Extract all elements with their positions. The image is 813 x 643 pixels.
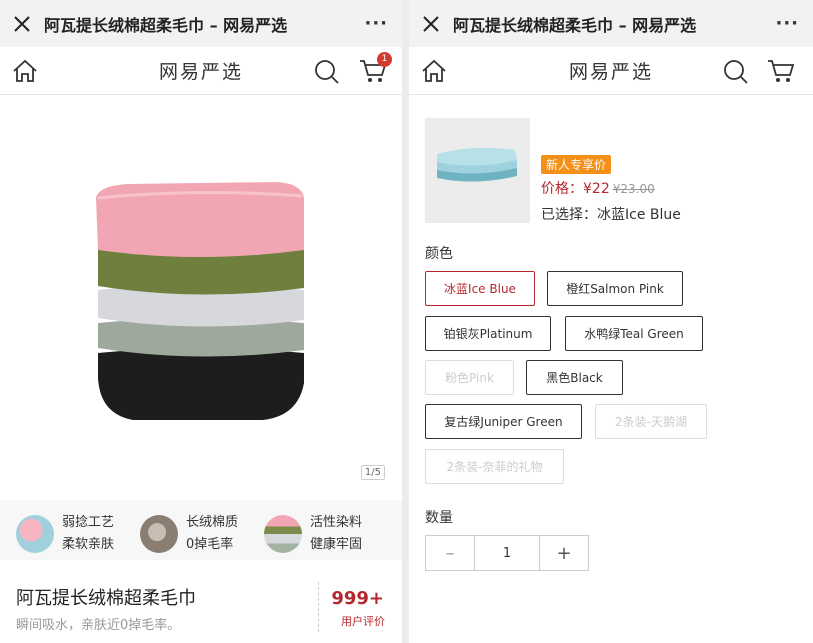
review-label[interactable]: 用户评价 xyxy=(341,613,385,629)
quantity-stepper: – 1 + xyxy=(425,535,589,571)
feature-subtitle: 健康牢固 xyxy=(310,537,363,552)
feature-title: 长绒棉质 xyxy=(186,515,239,530)
title-bar: 阿瓦提长绒棉超柔毛巾 – 网易严选 ··· xyxy=(0,0,402,47)
feature-item: 活性染料 健康牢固 xyxy=(248,508,372,560)
color-option-juniper-green[interactable]: 复古绿Juniper Green xyxy=(425,404,582,439)
cart-button[interactable]: 1 xyxy=(359,52,392,84)
quantity-label: 数量 xyxy=(425,510,453,526)
feature-title: 弱捻工艺 xyxy=(62,515,115,530)
towel-thumb-icon xyxy=(264,515,302,553)
original-price: ¥23.00 xyxy=(612,182,655,196)
cart-icon[interactable] xyxy=(767,58,795,84)
color-option-2pack-gift[interactable]: 2条装-奈菲的礼物 xyxy=(425,449,564,484)
color-option-platinum[interactable]: 铂银灰Platinum xyxy=(425,316,551,351)
sku-thumbnail xyxy=(425,118,530,223)
search-icon[interactable] xyxy=(723,59,749,85)
color-option-teal-green[interactable]: 水鸭绿Teal Green xyxy=(565,316,703,351)
nav-bar: 网易严选 xyxy=(409,47,813,95)
towel-thumb-icon xyxy=(16,515,54,553)
feature-subtitle: 柔软亲肤 xyxy=(62,537,115,552)
feature-subtitle: 0掉毛率 xyxy=(186,537,234,552)
selected-option: 已选择：冰蓝Ice Blue xyxy=(541,207,681,223)
cart-badge: 1 xyxy=(377,52,392,67)
close-icon[interactable] xyxy=(421,14,441,34)
title-bar: 阿瓦提长绒棉超柔毛巾 – 网易严选 ··· xyxy=(409,0,813,47)
review-count[interactable]: 999+ xyxy=(331,588,384,609)
color-label: 颜色 xyxy=(425,246,453,262)
product-gallery[interactable]: 1/5 xyxy=(0,96,402,489)
gallery-counter: 1/5 xyxy=(360,465,385,480)
price: ¥22 xyxy=(583,181,610,197)
feature-title: 活性染料 xyxy=(310,515,363,530)
search-icon[interactable] xyxy=(314,59,340,85)
home-icon[interactable] xyxy=(12,59,38,83)
feature-item: 长绒棉质 0掉毛率 xyxy=(124,508,248,560)
product-page-panel: 阿瓦提长绒棉超柔毛巾 – 网易严选 ··· 网易严选 1 1/5 弱捻工艺柔软亲… xyxy=(0,0,402,643)
more-icon[interactable]: ··· xyxy=(364,13,388,34)
window-title: 阿瓦提长绒棉超柔毛巾 – 网易严选 xyxy=(453,15,697,35)
feature-strip: 弱捻工艺柔软亲肤 长绒棉质 0掉毛率 活性染料健康牢固 xyxy=(0,500,402,560)
feature-item: 弱捻工艺 柔软亲肤 xyxy=(0,508,124,560)
quantity-value[interactable]: 1 xyxy=(474,536,540,570)
window-title: 阿瓦提长绒棉超柔毛巾 – 网易严选 xyxy=(44,15,288,35)
promo-tag: 新人专享价 xyxy=(541,155,612,174)
price-label: 价格： xyxy=(541,181,583,197)
increment-button[interactable]: + xyxy=(540,536,588,570)
home-icon[interactable] xyxy=(421,59,447,83)
product-info: 阿瓦提长绒棉超柔毛巾 瞬间吸水，亲肤近0掉毛率。 999+ 用户评价 xyxy=(0,566,402,643)
sku-selector-panel: 阿瓦提长绒棉超柔毛巾 – 网易严选 ··· 网易严选 新人专享价 价格：¥22 ¥… xyxy=(409,0,813,643)
color-option-black[interactable]: 黑色Black xyxy=(526,360,623,395)
divider xyxy=(318,582,319,632)
towel-thumb-icon xyxy=(140,515,178,553)
color-option-2pack-swan-lake[interactable]: 2条装-天鹅湖 xyxy=(595,404,707,439)
close-icon[interactable] xyxy=(12,14,32,34)
towel-stack-image xyxy=(96,182,304,420)
decrement-button[interactable]: – xyxy=(426,536,474,570)
towel-blue-image xyxy=(437,147,517,182)
color-option-pink[interactable]: 粉色Pink xyxy=(425,360,514,395)
color-option-salmon-pink[interactable]: 橙红Salmon Pink xyxy=(547,271,683,306)
brand-logo[interactable]: 网易严选 xyxy=(159,57,243,84)
brand-logo[interactable]: 网易严选 xyxy=(569,57,653,84)
nav-bar: 网易严选 1 xyxy=(0,47,402,95)
more-icon[interactable]: ··· xyxy=(775,13,799,34)
color-option-ice-blue[interactable]: 冰蓝Ice Blue xyxy=(425,271,535,306)
price-row: 价格：¥22 ¥23.00 xyxy=(541,178,655,198)
